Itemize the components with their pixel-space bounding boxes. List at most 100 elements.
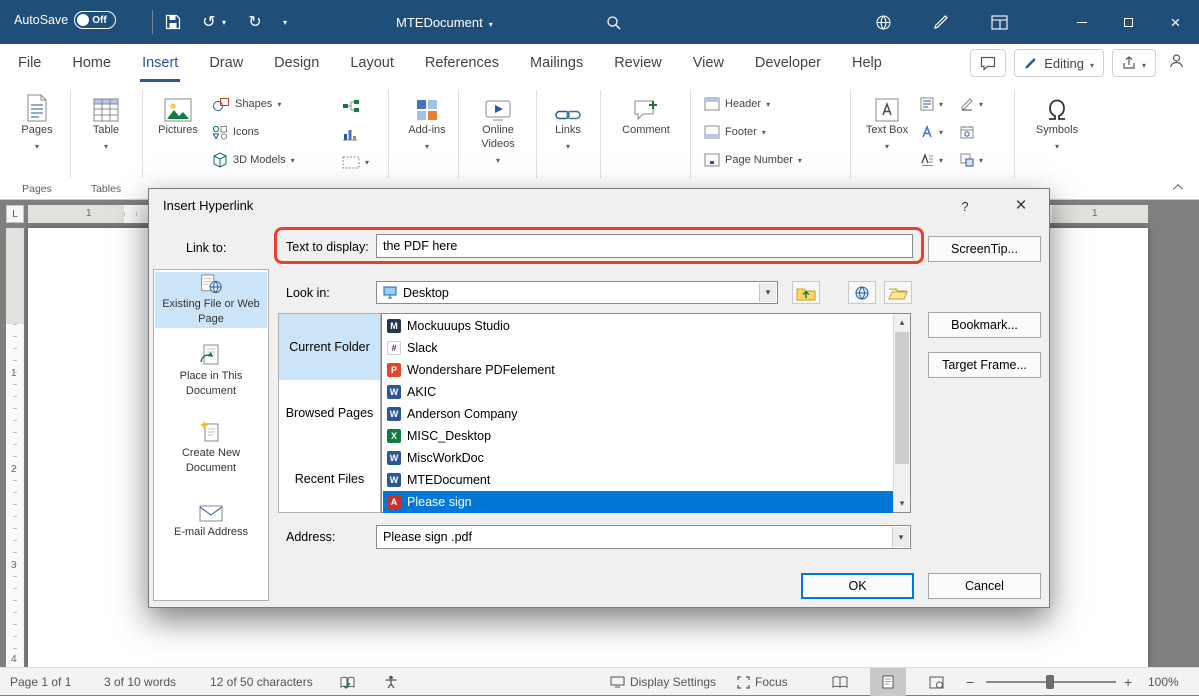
text-to-display-input[interactable]: the PDF here — [376, 234, 913, 258]
smartart-button[interactable] — [342, 94, 366, 118]
zoom-slider[interactable] — [986, 668, 1116, 696]
page-number-button[interactable]: Page Number — [704, 148, 802, 172]
ok-button[interactable]: OK — [801, 573, 914, 599]
tab-layout[interactable]: Layout — [350, 44, 394, 82]
wordart-button[interactable] — [920, 120, 950, 144]
file-list-item[interactable]: MISC_Desktop — [383, 425, 893, 447]
display-settings-button[interactable]: Display Settings — [610, 668, 716, 696]
pages-button[interactable]: Pages — [10, 88, 64, 154]
tab-file[interactable]: File — [18, 44, 41, 82]
vertical-ruler[interactable]: 1 2 3 4 — [6, 228, 24, 667]
network-globe-button[interactable] — [868, 0, 898, 44]
dialog-close-button[interactable] — [1003, 193, 1039, 218]
read-mode-button[interactable] — [822, 668, 858, 696]
share-button[interactable] — [1112, 49, 1156, 77]
dialog-help-button[interactable]: ? — [953, 195, 977, 217]
up-one-folder-button[interactable] — [792, 281, 820, 304]
add-ins-button[interactable]: Add-ins — [400, 88, 454, 154]
file-list-item[interactable]: Mockuuups Studio — [383, 315, 893, 337]
symbols-button[interactable]: Symbols — [1028, 88, 1086, 154]
browse-web-button[interactable] — [848, 281, 876, 304]
object-button[interactable] — [960, 148, 990, 172]
customize-toolbar-icon[interactable] — [278, 0, 292, 44]
web-layout-button[interactable] — [918, 668, 954, 696]
3d-models-button[interactable]: 3D Models — [212, 148, 295, 172]
file-list-item[interactable]: Anderson Company — [383, 403, 893, 425]
accessibility-button[interactable] — [384, 668, 398, 696]
zoom-level-button[interactable]: 100% — [1148, 668, 1179, 696]
word-count[interactable]: 3 of 10 words — [104, 668, 176, 696]
shapes-button[interactable]: Shapes — [212, 92, 281, 116]
browse-file-button[interactable] — [884, 281, 912, 304]
zoom-out-button[interactable]: − — [966, 668, 974, 696]
people-button[interactable] — [1164, 53, 1189, 74]
tab-developer[interactable]: Developer — [755, 44, 821, 82]
collapse-ribbon-button[interactable] — [1170, 180, 1188, 194]
comment-button[interactable]: Comment — [612, 88, 680, 138]
signature-line-button[interactable] — [960, 92, 990, 116]
zoom-in-button[interactable]: + — [1124, 668, 1132, 696]
link-to-existing-file[interactable]: Existing File or Web Page — [155, 272, 267, 328]
character-count[interactable]: 12 of 50 characters — [210, 668, 313, 696]
scrollbar-thumb[interactable] — [895, 332, 909, 464]
header-button[interactable]: Header — [704, 92, 770, 116]
look-in-dropdown-arrow-icon[interactable] — [759, 283, 776, 302]
zoom-slider-thumb[interactable] — [1046, 675, 1054, 689]
target-frame-button[interactable]: Target Frame... — [928, 352, 1041, 378]
bookmark-button[interactable]: Bookmark... — [928, 312, 1041, 338]
proofing-status-button[interactable] — [340, 668, 355, 696]
tab-draw[interactable]: Draw — [209, 44, 243, 82]
focus-mode-button[interactable]: Focus — [737, 668, 788, 696]
comments-button[interactable] — [970, 49, 1006, 77]
link-to-create-new-document[interactable]: Create New Document — [155, 416, 267, 480]
quick-parts-button[interactable] — [920, 92, 950, 116]
icons-button[interactable]: Icons — [212, 120, 259, 144]
tab-references[interactable]: References — [425, 44, 499, 82]
current-folder-tab[interactable]: Current Folder — [279, 314, 380, 380]
cancel-button[interactable]: Cancel — [928, 573, 1041, 599]
online-videos-button[interactable]: Online Videos — [468, 88, 528, 167]
tab-insert[interactable]: Insert — [142, 44, 178, 82]
date-time-button[interactable] — [960, 120, 990, 144]
file-list-item-selected[interactable]: Please sign — [383, 491, 893, 513]
tab-view[interactable]: View — [693, 44, 724, 82]
chart-button[interactable] — [342, 122, 366, 146]
link-to-place-in-document[interactable]: Place in This Document — [155, 340, 267, 402]
look-in-dropdown[interactable]: Desktop — [376, 281, 778, 304]
scroll-up-icon[interactable] — [894, 314, 910, 331]
tab-home[interactable]: Home — [72, 44, 111, 82]
file-list-item[interactable]: MiscWorkDoc — [383, 447, 893, 469]
address-dropdown-arrow-icon[interactable] — [892, 527, 909, 547]
file-list-scrollbar[interactable] — [893, 314, 910, 512]
tab-mailings[interactable]: Mailings — [530, 44, 583, 82]
address-dropdown[interactable]: Please sign .pdf — [376, 525, 911, 549]
inking-button[interactable] — [926, 0, 956, 44]
editing-mode-button[interactable]: Editing — [1014, 49, 1104, 77]
autosave-switch-icon[interactable]: Off — [74, 11, 116, 29]
close-window-button[interactable] — [1152, 0, 1199, 44]
print-layout-button[interactable] — [870, 668, 906, 696]
screenshot-button[interactable] — [342, 150, 376, 174]
file-list-item[interactable]: AKIC — [383, 381, 893, 403]
table-button[interactable]: Table — [78, 88, 134, 154]
undo-dropdown-icon[interactable] — [218, 0, 230, 44]
tab-help[interactable]: Help — [852, 44, 882, 82]
autosave-toggle[interactable]: AutoSave Off — [14, 11, 116, 29]
redo-button[interactable] — [240, 0, 270, 44]
save-button[interactable] — [158, 0, 188, 44]
tab-review[interactable]: Review — [614, 44, 662, 82]
search-button[interactable] — [598, 0, 628, 44]
tab-design[interactable]: Design — [274, 44, 319, 82]
pictures-button[interactable]: Pictures — [150, 88, 206, 138]
text-box-button[interactable]: Text Box — [862, 88, 912, 154]
minimize-button[interactable] — [1058, 0, 1105, 44]
link-to-email-address[interactable]: E-mail Address — [155, 494, 267, 550]
links-button[interactable]: Links — [544, 88, 592, 154]
footer-button[interactable]: Footer — [704, 120, 766, 144]
page-indicator[interactable]: Page 1 of 1 — [10, 668, 71, 696]
maximize-button[interactable] — [1105, 0, 1152, 44]
file-list-item[interactable]: Slack — [383, 337, 893, 359]
file-list-item[interactable]: Wondershare PDFelement — [383, 359, 893, 381]
screentip-button[interactable]: ScreenTip... — [928, 236, 1041, 262]
tab-selector[interactable] — [6, 205, 24, 223]
